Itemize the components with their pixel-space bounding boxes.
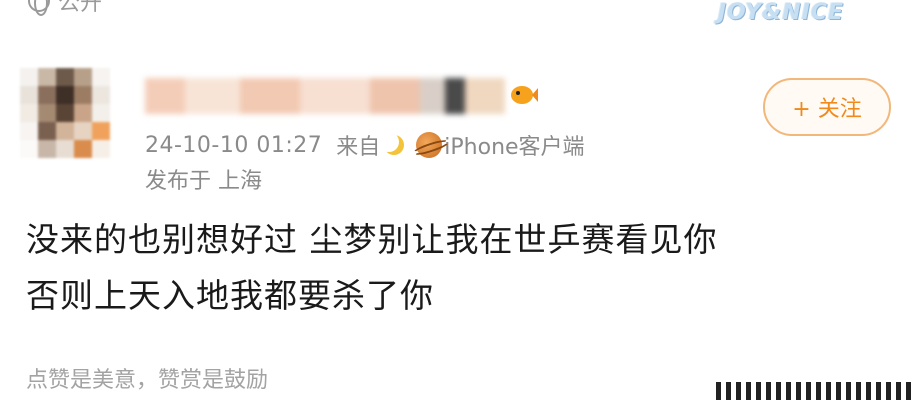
post-screenshot: 公开 JOY&NICE + 关注 24-10-10 01:27 来自 iPhon… [0, 0, 922, 418]
visibility-row: 公开 [0, 0, 102, 16]
post-meta: 24-10-10 01:27 来自 iPhone客户端 [145, 128, 585, 162]
planet-icon [416, 132, 443, 158]
visibility-label: 公开 [58, 0, 103, 16]
globe-icon [28, 0, 50, 16]
from-label: 来自 [336, 135, 381, 160]
blurred-username[interactable] [145, 78, 505, 114]
avatar[interactable] [20, 68, 110, 158]
fish-emoji-icon [511, 86, 538, 104]
follow-button[interactable]: + 关注 [763, 78, 891, 136]
divider-pattern [716, 382, 911, 400]
footer-caption: 点赞是美意，赞赏是鼓励 [26, 368, 269, 393]
post-body-line: 没来的也别想好过 尘梦别让我在世乒赛看见你 [26, 220, 718, 259]
client-label[interactable]: iPhone客户端 [444, 129, 584, 161]
watermark: JOY&NICE [717, 0, 844, 25]
post-body: 没来的也别想好过 尘梦别让我在世乒赛看见你 否则上天入地我都要杀了你 [26, 212, 906, 324]
moon-icon [379, 132, 405, 156]
post-body-line: 否则上天入地我都要杀了你 [26, 276, 434, 315]
post-timestamp: 24-10-10 01:27 [145, 132, 323, 158]
post-location: 发布于 上海 [145, 169, 262, 194]
